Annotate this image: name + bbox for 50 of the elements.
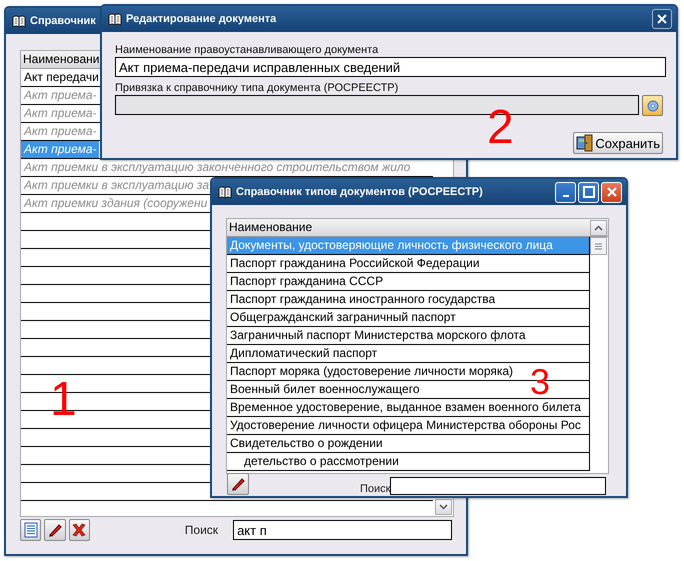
minimize-icon — [562, 195, 568, 197]
pencil-icon — [230, 476, 246, 492]
book-icon — [108, 12, 122, 26]
table-row[interactable]: Паспорт гражданина СССР — [227, 273, 590, 291]
edit-button[interactable] — [44, 519, 66, 541]
table-row[interactable]: Временное удостоверение, выданное взамен военного билета — [227, 399, 590, 417]
pencil-icon — [46, 522, 63, 538]
document-icon — [24, 522, 38, 538]
door-icon — [576, 134, 594, 152]
window-title: Справочник типов документов (РОСРЕЕСТР) — [236, 186, 483, 198]
search-field[interactable] — [390, 477, 606, 495]
search-field[interactable]: акт п — [233, 520, 452, 540]
disc-icon — [646, 100, 659, 112]
table-row[interactable]: Паспорт гражданина Российской Федерации — [227, 255, 590, 273]
new-button[interactable] — [20, 519, 42, 541]
table-row[interactable]: Паспорт гражданина иностранного государства — [227, 291, 590, 309]
minimize-button[interactable] — [555, 182, 576, 202]
field-label: Наименование правоустанавливающего документа — [115, 44, 380, 57]
book-icon — [218, 185, 232, 199]
column-header[interactable]: Наименовани — [21, 51, 102, 68]
field-label: Привязка к справочнику типа документа (РОСРЕЕСТР) — [115, 82, 400, 95]
window-title: Справочник — [30, 15, 96, 27]
name-field[interactable]: Акт приема-передачи исправленных сведений — [115, 57, 666, 77]
window-title: Редактирование документа — [126, 13, 276, 25]
table-row[interactable]: Заграничный паспорт Министерства морского флота — [227, 327, 590, 345]
close-button[interactable] — [652, 9, 672, 29]
book-icon — [12, 14, 26, 28]
table-row[interactable]: детельство о рассмотрении — [227, 453, 590, 471]
close-icon — [657, 14, 667, 24]
maximize-button[interactable] — [578, 182, 599, 202]
search-label: Поиск — [184, 523, 218, 537]
delete-button[interactable] — [68, 519, 90, 541]
close-icon — [606, 187, 616, 197]
table-row[interactable]: Общегражданский заграничный паспорт — [227, 309, 590, 327]
scroll-down-button[interactable] — [435, 499, 452, 515]
scroll-up-button[interactable] — [590, 220, 607, 236]
lookup-button[interactable] — [642, 95, 663, 116]
edit-button[interactable] — [227, 473, 249, 495]
save-button[interactable]: Сохранить — [573, 132, 663, 154]
table-row[interactable]: Свидетельство о рождении — [227, 435, 590, 453]
annotation-number: 2 — [487, 104, 514, 152]
maximize-icon — [582, 186, 594, 198]
table-row[interactable]: Дипломатический паспорт — [227, 345, 590, 363]
chevron-up-icon — [594, 225, 603, 231]
chevron-down-icon — [439, 504, 448, 510]
search-label: Поиск — [360, 483, 390, 495]
cross-icon — [71, 522, 88, 538]
scroll-thumb[interactable] — [590, 237, 607, 255]
table-row[interactable]: Удостоверение личности офицера Министерства обороны Рос — [227, 417, 590, 435]
grip-icon — [595, 242, 602, 250]
